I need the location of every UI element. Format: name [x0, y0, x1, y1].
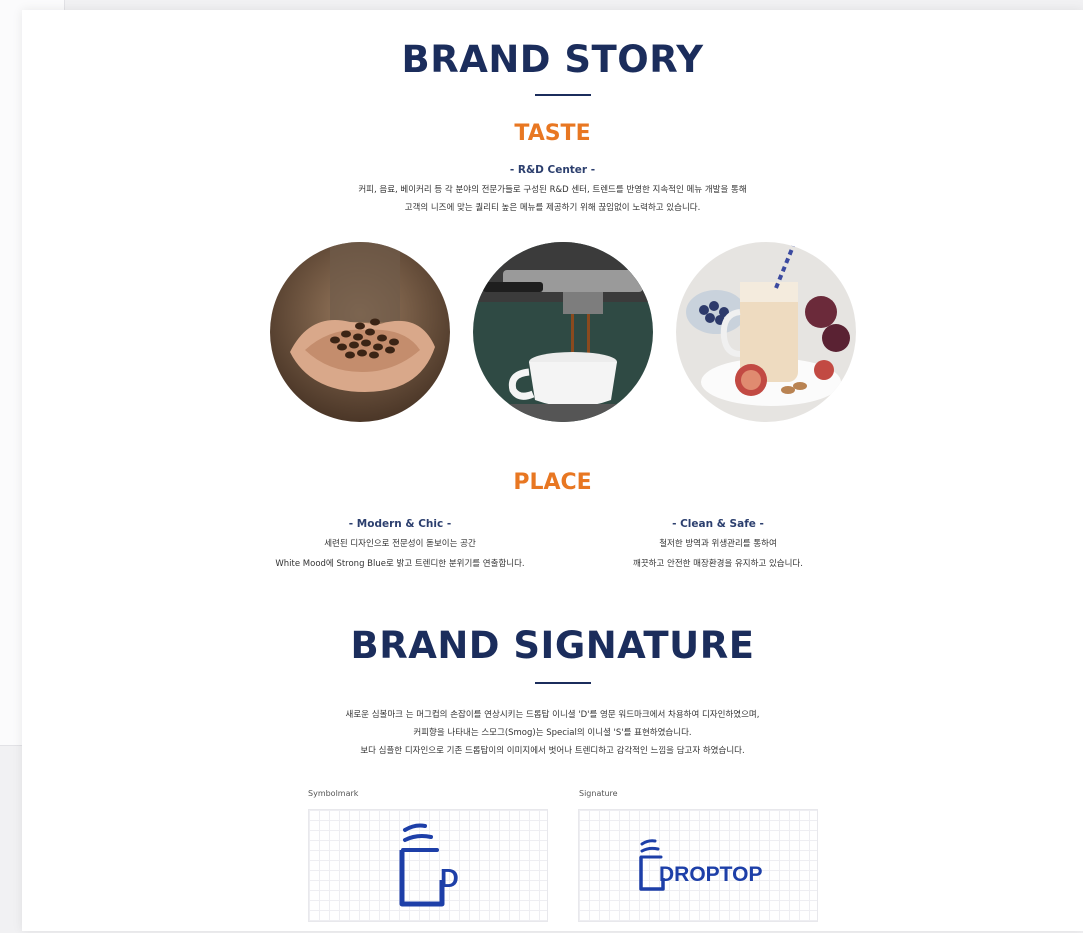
signature-text-line1: 새로운 심볼마크 는 머그컵의 손잡이를 연상시키는 드롭탑 이니셜 'D'를 … — [345, 710, 760, 720]
modern-chic-line1: 세련된 디자인으로 전문성이 돋보이는 공간 — [324, 539, 476, 549]
brand-signature-title: BRAND SIGNATURE — [350, 624, 755, 667]
clean-safe-line1: 철저한 방역과 위생관리를 통하여 — [659, 539, 777, 549]
symbolmark-caption: Symbolmark — [308, 789, 359, 798]
smoothie-figs-photo — [676, 242, 856, 422]
taste-subtitle: - R&D Center - — [509, 164, 596, 176]
taste-text-line1: 커피, 음료, 베이커리 등 각 분야의 전문가들로 구성된 R&D 센터, 트… — [358, 185, 747, 195]
wordmark-text: DROPTOP — [659, 863, 762, 886]
signature-caption: Signature — [579, 789, 618, 798]
droptop-wordmark-icon: DROPTOP — [639, 839, 762, 891]
place-title: PLACE — [513, 470, 592, 495]
modern-chic-subtitle: - Modern & Chic - — [348, 518, 452, 530]
taste-text-line2: 고객의 니즈에 맞는 퀄리티 높은 메뉴를 제공하기 위해 끊임없이 노력하고 … — [404, 203, 701, 213]
clean-safe-line2: 깨끗하고 안전한 매장환경을 유지하고 있습니다. — [633, 559, 803, 569]
coffee-beans-hands-photo — [270, 242, 450, 422]
signature-underline — [535, 682, 591, 684]
taste-title: TASTE — [514, 121, 591, 146]
symbolmark-letter: D — [440, 863, 459, 893]
clean-safe-subtitle: - Clean & Safe - — [672, 518, 764, 530]
symbolmark-box: D — [308, 809, 548, 922]
brand-page: BRAND STORY TASTE - R&D Center - 커피, 음료,… — [22, 10, 1083, 931]
place-clean-safe: - Clean & Safe - 철저한 방역과 위생관리를 통하여 깨끗하고 … — [558, 518, 878, 574]
droptop-symbolmark-icon: D — [399, 823, 459, 907]
brand-story-title: BRAND STORY — [401, 38, 704, 81]
signature-text-line2: 커피향을 나타내는 스모그(Smog)는 Special의 이니셜 'S'를 표… — [413, 728, 692, 738]
espresso-machine-photo — [473, 242, 653, 422]
place-modern-chic: - Modern & Chic - 세련된 디자인으로 전문성이 돋보이는 공간… — [240, 518, 560, 574]
title-underline — [535, 94, 591, 96]
modern-chic-line2: White Mood에 Strong Blue로 밝고 트렌디한 분위기를 연출… — [275, 559, 525, 569]
signature-text-line3: 보다 심플한 디자인으로 기존 드롭탑이의 이미지에서 벗어나 트렌디하고 감각… — [360, 746, 745, 756]
signature-box: DROPTOP — [578, 809, 818, 922]
